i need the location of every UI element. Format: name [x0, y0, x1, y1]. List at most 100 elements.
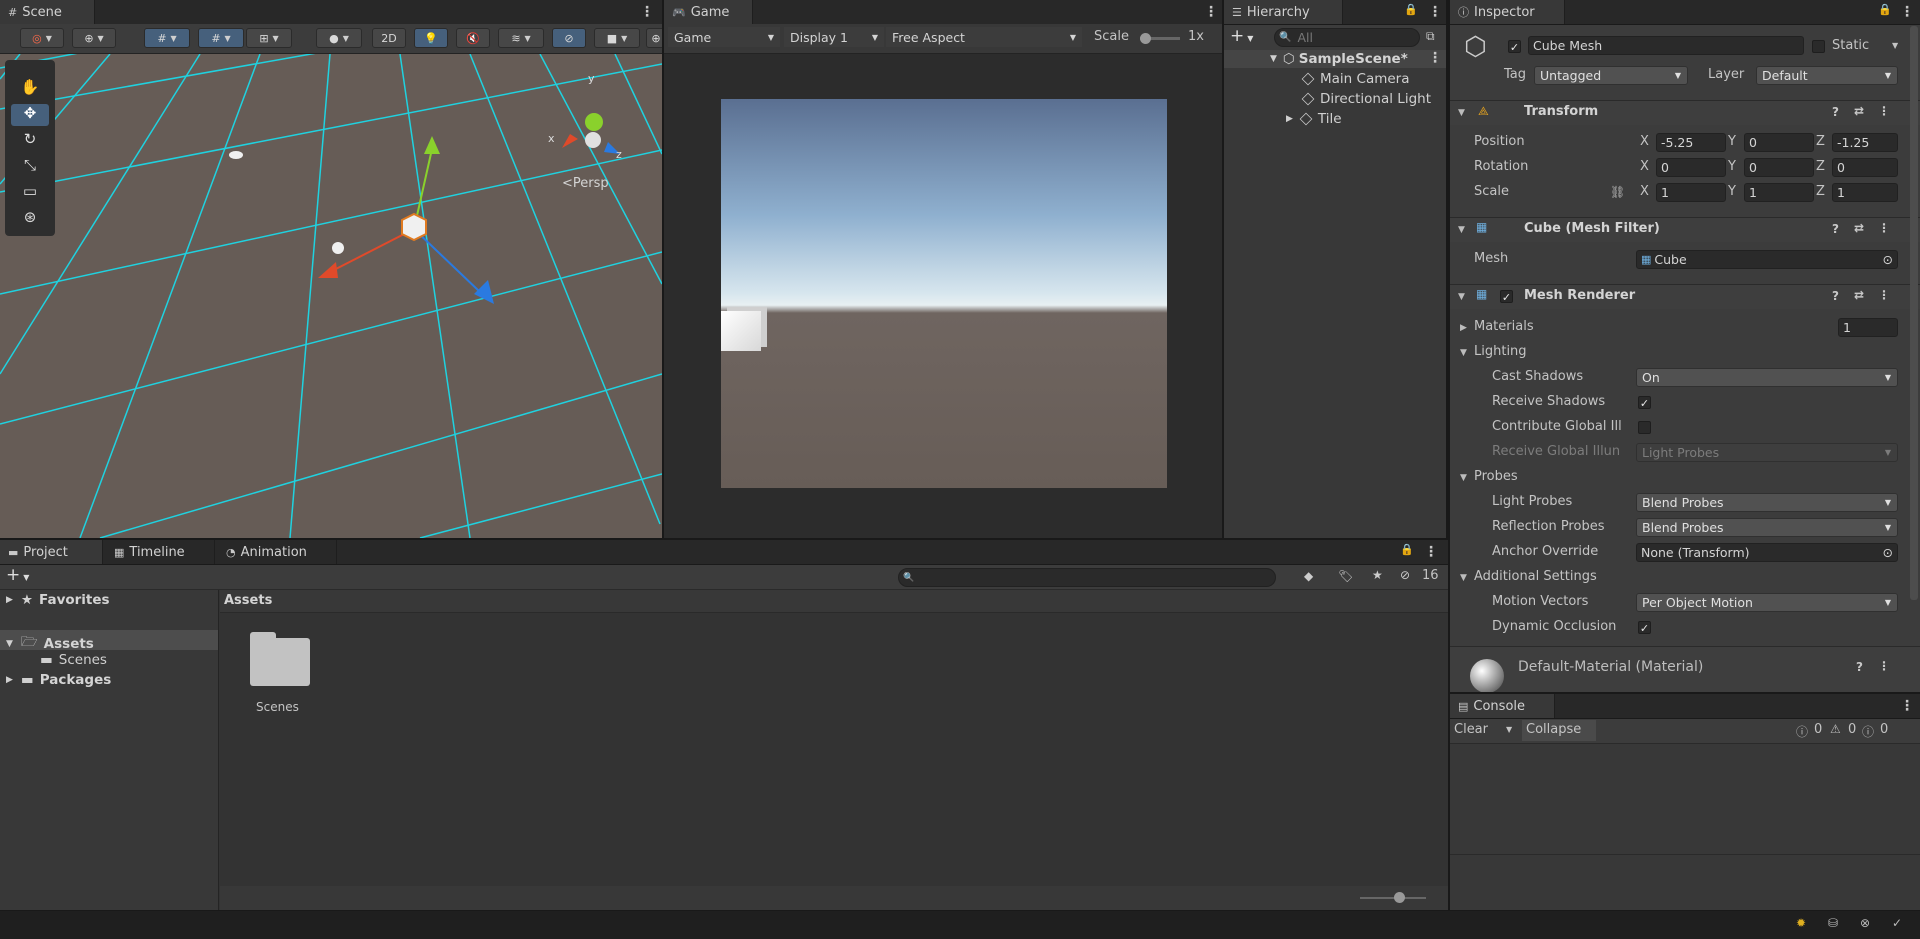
mesh-field[interactable]: ▦ Cube ⊙ [1636, 250, 1898, 269]
tab-scene[interactable]: # Scene [0, 0, 95, 24]
draw-mode-button[interactable]: ◎ ▼ [20, 28, 64, 48]
game-menu-icon[interactable]: ⋮ [1204, 4, 1218, 20]
shading-mode-button[interactable]: ● ▼ [316, 28, 362, 48]
mesh-filter-header[interactable]: ▼ ▦ Cube (Mesh Filter) ? ⇄ ⋮ [1450, 217, 1920, 242]
tree-item-packages[interactable]: ▶ ▬ Packages [6, 672, 111, 688]
scale-z-field[interactable]: 1 [1832, 183, 1898, 202]
probes-fold-icon[interactable]: ▼ [1460, 473, 1467, 483]
tree-item-scenes[interactable]: ▬ Scenes [40, 652, 107, 668]
hierarchy-search-input[interactable]: 🔍 All [1274, 28, 1420, 47]
clear-button[interactable]: Clear [1454, 722, 1488, 737]
layer-dropdown[interactable]: Default ▼ [1756, 66, 1898, 85]
add-button[interactable]: + ▼ [1230, 26, 1253, 46]
tree-item-favorites[interactable]: ▶ ★ Favorites [6, 592, 110, 608]
inspector-scrollbar[interactable] [1910, 26, 1918, 600]
console-log-area[interactable] [1450, 744, 1920, 855]
mesh-renderer-header[interactable]: ▼ ▦ ✓ Mesh Renderer ? ⇄ ⋮ [1450, 284, 1920, 309]
game-viewport[interactable] [721, 99, 1167, 488]
rot-y-field[interactable]: 0 [1744, 158, 1814, 177]
help-icon[interactable]: ? [1832, 105, 1839, 119]
rot-x-field[interactable]: 0 [1656, 158, 1726, 177]
hierarchy-item-tile[interactable]: ▶ Tile [1286, 110, 1342, 128]
lighting-fold-icon[interactable]: ▼ [1460, 348, 1467, 358]
cast-shadows-dropdown[interactable]: On ▼ [1636, 368, 1898, 387]
pos-x-field[interactable]: -5.25 [1656, 133, 1726, 152]
scene-viewport[interactable]: y x z <Persp [0, 54, 662, 538]
icon-size-slider[interactable] [1360, 892, 1426, 903]
tab-console[interactable]: ▤ Console [1450, 694, 1555, 718]
anchor-override-field[interactable]: None (Transform) ⊙ [1636, 543, 1898, 562]
scene-visibility-icon[interactable]: ⧉ [1426, 29, 1435, 44]
additional-fold-icon[interactable]: ▼ [1460, 573, 1467, 583]
object-name-field[interactable]: Cube Mesh [1528, 36, 1804, 55]
active-checkbox[interactable]: ✓ [1508, 40, 1521, 54]
clear-options-icon[interactable]: ▼ [1506, 725, 1512, 734]
materials-fold-icon[interactable]: ▶ [1460, 323, 1467, 333]
inspector-menu-icon[interactable]: ⋮ [1900, 4, 1914, 20]
scale-x-field[interactable]: 1 [1656, 183, 1726, 202]
component-menu-icon[interactable]: ⋮ [1878, 659, 1890, 673]
static-checkbox[interactable] [1812, 40, 1825, 53]
project-search-input[interactable]: 🔍 [898, 568, 1276, 587]
lock-icon[interactable]: 🔒 [1404, 3, 1418, 16]
tab-hierarchy[interactable]: ☰ Hierarchy [1224, 0, 1343, 24]
pos-y-field[interactable]: 0 [1744, 133, 1814, 152]
move-tool-icon[interactable]: ✥ [11, 104, 49, 126]
tab-inspector[interactable]: ⓘ Inspector [1450, 0, 1565, 24]
hand-tool-icon[interactable]: ✋ [11, 78, 49, 100]
error-filter-icon[interactable]: ⓘ [1862, 723, 1874, 740]
scale-slider[interactable] [1140, 33, 1180, 44]
cache-server-icon[interactable]: ⛁ [1828, 916, 1838, 930]
breadcrumb[interactable]: Assets [224, 593, 272, 608]
audio-toggle-button[interactable]: 🔇 [456, 28, 490, 48]
hierarchy-item-main-camera[interactable]: Main Camera [1301, 70, 1410, 88]
object-picker-icon[interactable]: ⊙ [1883, 545, 1893, 560]
debug-icon[interactable]: ✹ [1796, 916, 1806, 930]
mesh-renderer-enabled-checkbox[interactable]: ✓ [1500, 290, 1513, 304]
scale-y-field[interactable]: 1 [1744, 183, 1814, 202]
persp-label[interactable]: <Persp [562, 176, 609, 191]
rotate-tool-icon[interactable]: ↻ [11, 130, 49, 152]
scale-link-icon[interactable]: ⛓ [1610, 185, 1625, 199]
component-menu-icon[interactable]: ⋮ [1878, 288, 1890, 302]
light-probes-dropdown[interactable]: Blend Probes ▼ [1636, 493, 1898, 512]
increment-snap-button[interactable]: ⊞ ▼ [246, 28, 292, 48]
hidden-objects-button[interactable]: ⊘ [552, 28, 586, 48]
object-picker-icon[interactable]: ⊙ [1883, 252, 1893, 267]
create-button[interactable]: + ▼ [6, 565, 29, 585]
help-icon[interactable]: ? [1832, 222, 1839, 236]
collapse-button[interactable]: Collapse [1522, 720, 1596, 741]
folder-item-scenes[interactable]: Scenes [246, 632, 316, 714]
rect-tool-icon[interactable]: ▭ [11, 182, 49, 204]
motion-vectors-dropdown[interactable]: Per Object Motion ▼ [1636, 593, 1898, 612]
transform-header[interactable]: ▼ ⟁ Transform ? ⇄ ⋮ [1450, 100, 1920, 125]
hidden-packages-icon[interactable]: ⊘ [1400, 568, 1410, 582]
gizmos-button[interactable]: ⊕ [646, 28, 662, 48]
scale-tool-icon[interactable]: ⤡ [11, 156, 49, 178]
scene-menu-icon[interactable]: ⋮ [640, 4, 654, 20]
display-dropdown[interactable]: Display 1 ▼ [784, 27, 884, 47]
component-menu-icon[interactable]: ⋮ [1878, 221, 1890, 235]
inspector-lock-icon[interactable]: 🔒 [1878, 3, 1892, 16]
tag-dropdown[interactable]: Untagged ▼ [1534, 66, 1688, 85]
auto-generate-lighting-icon[interactable]: ⊗ [1860, 916, 1870, 930]
tab-game[interactable]: 🎮 Game [664, 0, 753, 24]
dynamic-occlusion-checkbox[interactable]: ✓ [1638, 621, 1651, 635]
hierarchy-item-samplescene[interactable]: ▼ ⬡ SampleScene* [1270, 50, 1408, 68]
tab-project[interactable]: ▬ Project [0, 540, 103, 564]
tab-animation[interactable]: ◔ Animation [218, 540, 337, 564]
reflection-probes-dropdown[interactable]: Blend Probes ▼ [1636, 518, 1898, 537]
project-menu-icon[interactable]: ⋮ [1424, 544, 1438, 560]
grid-snap-button[interactable]: # ▼ [144, 28, 190, 48]
preset-icon[interactable]: ⇄ [1854, 104, 1864, 118]
hierarchy-menu-icon[interactable]: ⋮ [1428, 4, 1442, 20]
pos-z-field[interactable]: -1.25 [1832, 133, 1898, 152]
warning-filter-icon[interactable]: ⚠ [1830, 722, 1841, 736]
icon-size-slider-thumb[interactable] [1394, 892, 1405, 903]
preset-icon[interactable]: ⇄ [1854, 221, 1864, 235]
help-icon[interactable]: ? [1856, 660, 1863, 674]
2d-toggle-button[interactable]: 2D [372, 28, 406, 48]
grid-toggle-button[interactable]: # ▼ [198, 28, 244, 48]
help-icon[interactable]: ? [1832, 289, 1839, 303]
global-button[interactable]: ⊕ ▼ [72, 28, 116, 48]
